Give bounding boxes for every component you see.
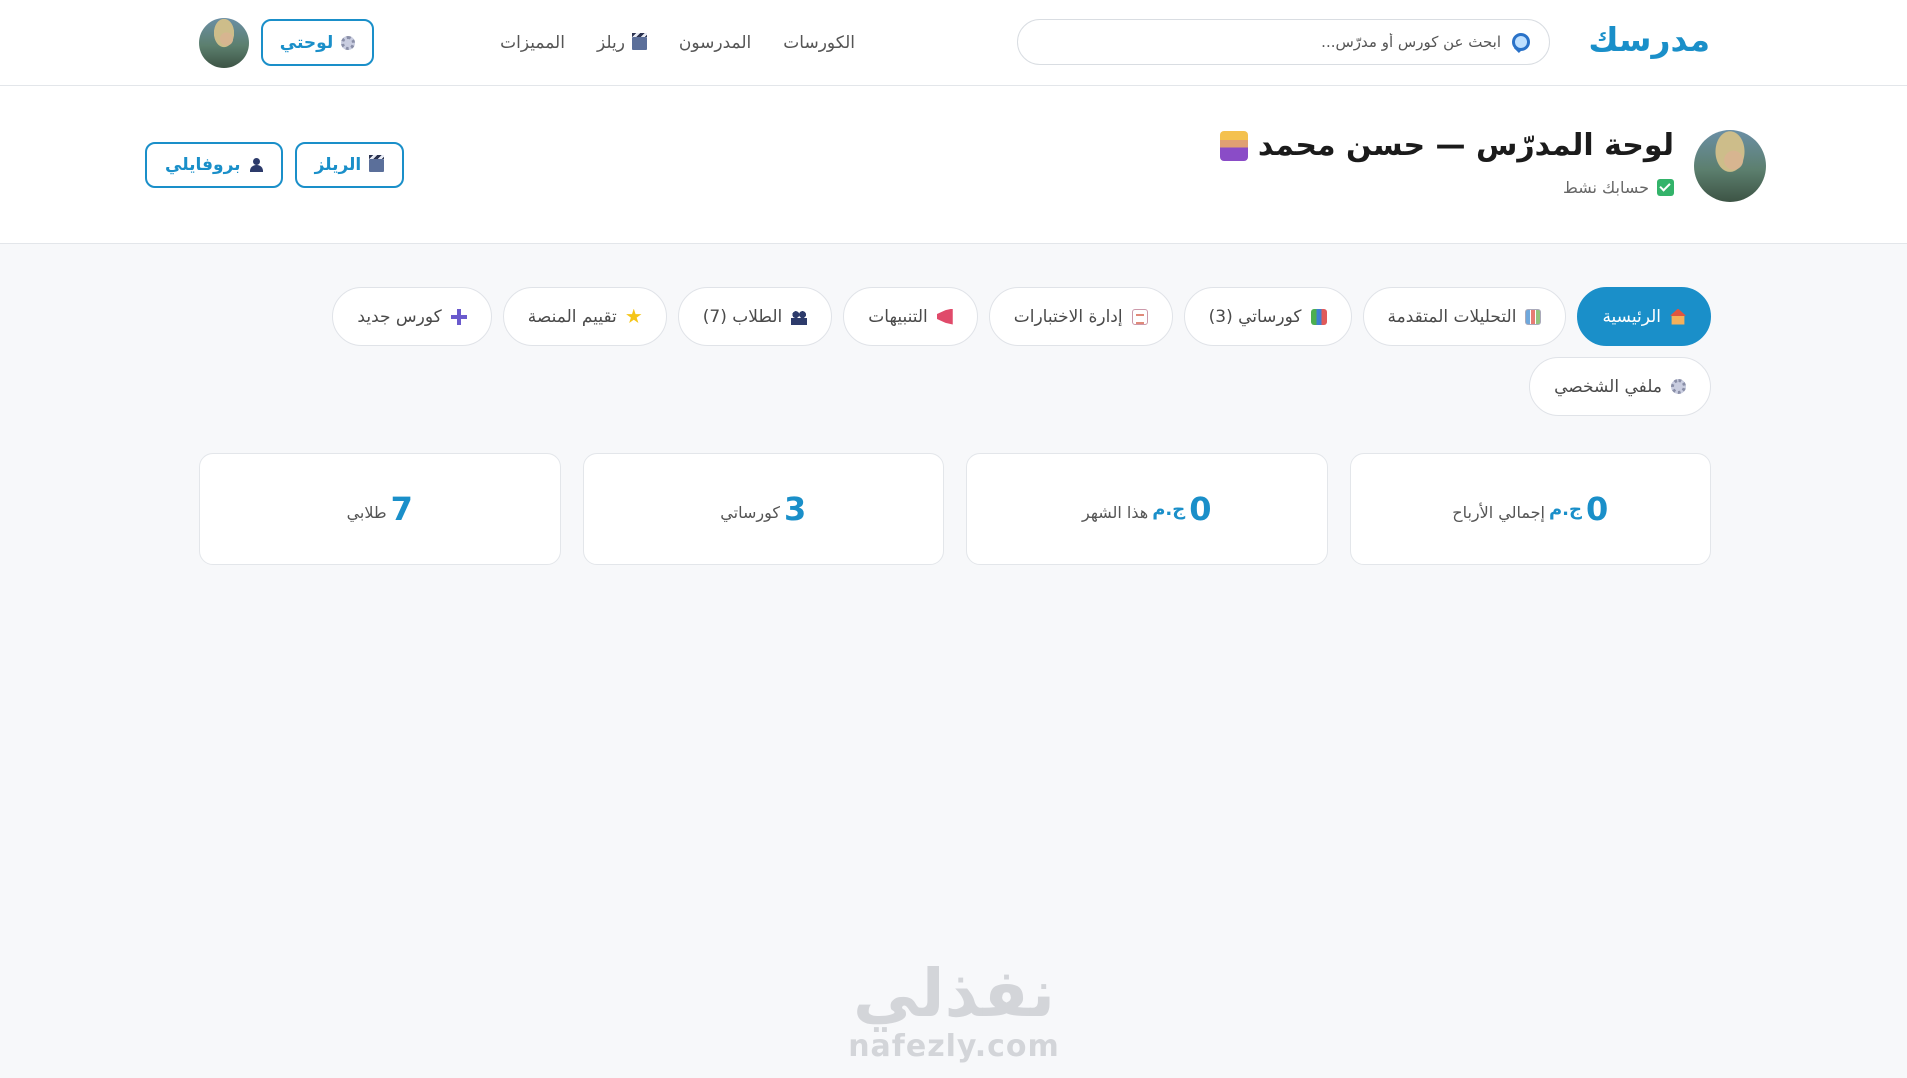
nav-link-reels[interactable]: ريلز [596,32,647,53]
stat-currency: ج.م [1548,498,1582,520]
stat-value: 7 [390,490,413,528]
profile-button[interactable]: بروفايلي [145,142,283,188]
home-icon [1670,308,1686,325]
clapperboard-icon [631,32,647,50]
plus-icon [450,308,467,325]
dashboard-tabs: الرئيسية التحليلات المتقدمة كورساتي (3) … [191,287,1711,416]
nav-link-features[interactable]: المميزات [500,33,565,53]
header-actions: بروفايلي الريلز [145,142,405,188]
stat-card-this-month: 0 ج.م هذا الشهر [966,453,1328,565]
nav-link-label: ريلز [596,33,625,53]
stat-label: هذا الشهر [1082,502,1149,522]
account-status-text: حسابك نشط [1563,178,1649,197]
star-icon [626,308,642,324]
nav-link-label: الكورسات [783,33,855,53]
tab-label: كورس جديد [357,306,442,327]
profile-button-label: بروفايلي [165,155,241,175]
chart-icon [1525,308,1542,325]
user-avatar[interactable] [199,18,249,68]
stat-label: إجمالي الأرباح [1452,502,1545,522]
tab-label: التنبيهات [868,306,928,327]
stat-value: 3 [783,490,807,528]
tab-manage-exams[interactable]: إدارة الاختبارات [988,287,1173,346]
tab-label: التحليلات المتقدمة [1387,306,1517,327]
document-icon [1131,308,1148,325]
teacher-emoji-icon [1219,130,1248,161]
site-logo[interactable]: مدرسك [1588,20,1710,59]
gear-icon [341,35,356,50]
page-title: لوحة المدرّس — حسن محمد [1219,128,1674,163]
gear-icon [1671,379,1686,394]
tab-my-courses[interactable]: كورساتي (3) [1183,287,1352,346]
stat-label: طلابي [346,502,387,522]
tab-notifications[interactable]: التنبيهات [843,287,978,346]
stat-label: كورساتي [720,502,780,522]
teacher-avatar [1694,130,1766,202]
clapperboard-icon [369,154,385,172]
account-status: حسابك نشط [1563,178,1674,197]
nav-link-label: المميزات [500,33,565,53]
tab-label: تقييم المنصة [527,306,617,327]
my-dashboard-label: لوحتي [279,32,334,53]
tab-rate-platform[interactable]: تقييم المنصة [502,287,667,346]
watermark: نفذلي nafezly.com [838,958,1070,1064]
reels-button-label: الريلز [314,155,362,175]
megaphone-icon [936,308,953,325]
top-navbar: مدرسك الكورسات المدرسون ريلز المميزات لو… [0,0,1907,86]
nav-links: الكورسات المدرسون ريلز المميزات [500,0,855,86]
tab-label: الرئيسية [1602,306,1661,327]
nav-link-label: المدرسون [678,33,752,53]
tab-label: الطلاب (7) [702,306,783,327]
my-dashboard-button[interactable]: لوحتي [261,19,374,66]
stat-value: 0 [1189,490,1212,528]
stat-currency: ج.م [1152,498,1186,520]
tab-my-profile[interactable]: ملفي الشخصي [1529,357,1711,416]
tab-label: ملفي الشخصي [1554,376,1662,397]
check-icon [1657,179,1674,196]
person-icon [249,158,263,172]
books-icon [1310,308,1327,325]
nav-link-courses[interactable]: الكورسات [783,33,855,53]
dashboard-header: لوحة المدرّس — حسن محمد حسابك نشط بروفاي… [0,86,1907,244]
search-input[interactable] [1034,33,1501,51]
watermark-arabic: نفذلي [853,955,1055,1032]
watermark-latin: nafezly.com [848,1029,1060,1064]
tab-label: إدارة الاختبارات [1013,306,1123,327]
search-icon[interactable] [1512,32,1533,52]
search-bar[interactable] [1017,19,1550,65]
stat-card-my-students: 7 طلابي [199,453,561,565]
stat-value: 0 [1585,490,1609,528]
reels-button[interactable]: الريلز [294,142,405,188]
tab-advanced-analytics[interactable]: التحليلات المتقدمة [1362,287,1567,346]
users-icon [791,308,808,325]
stats-row: 0 ج.م إجمالي الأرباح 0 ج.م هذا الشهر 3 ك… [199,453,1711,565]
tab-students[interactable]: الطلاب (7) [677,287,833,346]
nav-link-teachers[interactable]: المدرسون [679,33,751,53]
page-title-text: لوحة المدرّس — حسن محمد [1257,128,1674,163]
stat-card-my-courses: 3 كورساتي [582,453,944,565]
tab-home[interactable]: الرئيسية [1577,287,1711,346]
stat-card-total-earnings: 0 ج.م إجمالي الأرباح [1349,453,1711,565]
tab-label: كورساتي (3) [1208,306,1302,327]
tab-new-course[interactable]: كورس جديد [332,287,492,346]
